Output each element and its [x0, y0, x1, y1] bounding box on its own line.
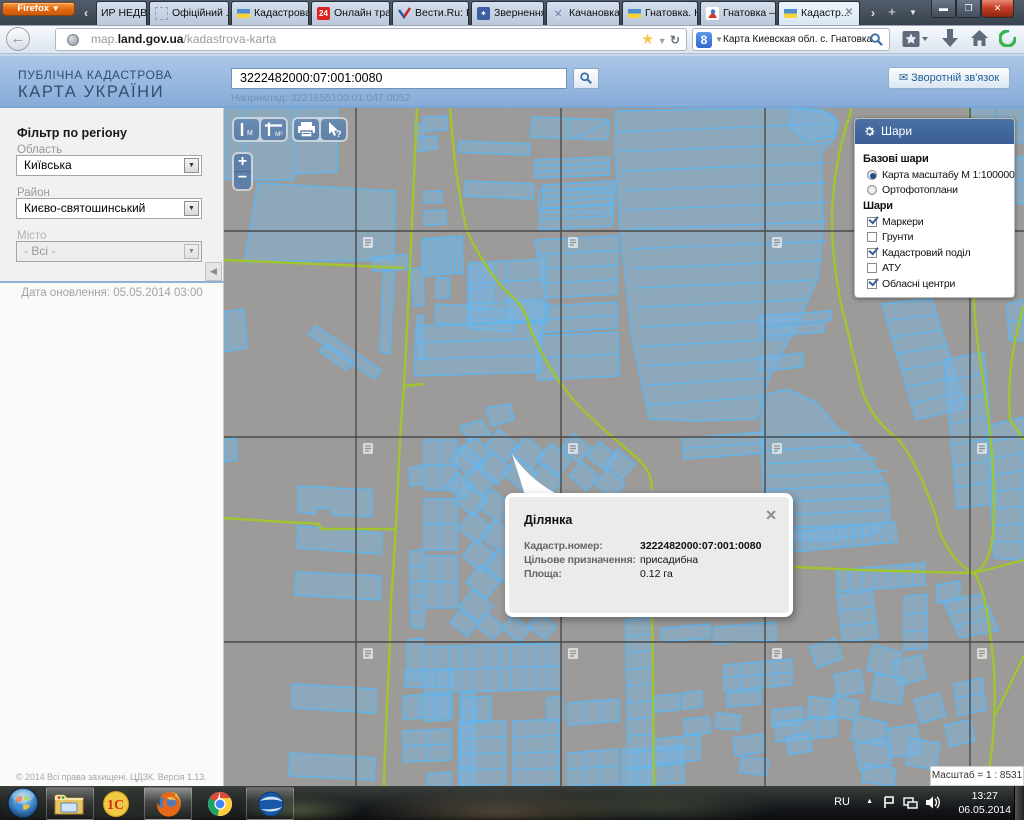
svg-text:?: ?: [336, 129, 342, 139]
svg-text:M: M: [247, 130, 253, 137]
svg-text:1С: 1С: [107, 798, 124, 813]
svg-text:M²: M²: [275, 131, 283, 138]
